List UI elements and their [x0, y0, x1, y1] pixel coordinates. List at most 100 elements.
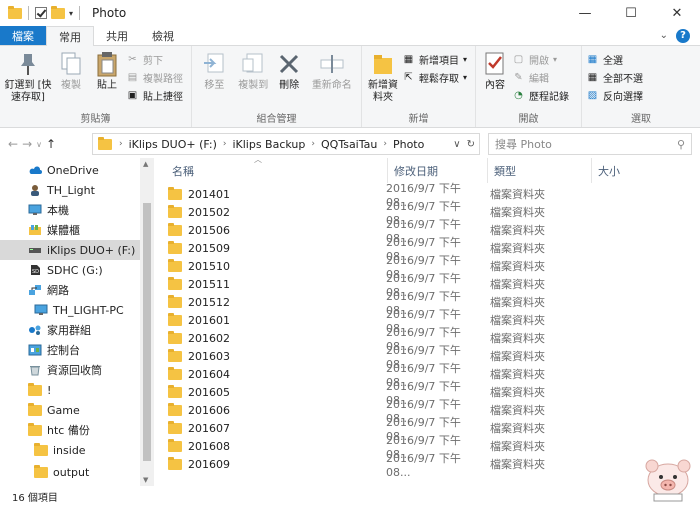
cut-button[interactable]: ✂ 剪下 — [126, 52, 183, 67]
chevron-down-icon[interactable]: ∨ — [36, 140, 42, 149]
breadcrumb-user[interactable]: QQTsaiTau — [318, 138, 380, 151]
search-input[interactable]: 搜尋 Photo — [495, 136, 552, 152]
search-box[interactable]: 搜尋 Photo ⚲ — [488, 133, 692, 155]
nav-item-sd-card[interactable]: SD SDHC (G:) — [0, 260, 140, 280]
clipboard-group-label: 剪貼簿 — [80, 114, 111, 125]
table-row[interactable]: 201512 2016/9/7 下午 08... 檔案資料夾 — [168, 290, 568, 317]
recycle-bin-icon — [28, 364, 42, 376]
open-group-label: 開啟 — [518, 114, 539, 125]
table-row[interactable]: 201601 2016/9/7 下午 08... 檔案資料夾 — [168, 308, 568, 335]
file-name: 201607 — [188, 421, 230, 435]
open-group: 內容 ▢ 開啟 ▾ ✎ 編輯 ◔ 歷程記錄 開啟 — [476, 46, 582, 127]
copy-path-button[interactable]: ▤ 複製路徑 — [126, 70, 183, 85]
help-icon[interactable]: ? — [676, 28, 690, 43]
chevron-down-icon[interactable]: ▾ — [69, 9, 73, 18]
chevron-down-icon: ▾ — [463, 73, 468, 82]
minimize-button[interactable]: — — [562, 0, 608, 26]
history-icon: ◔ — [514, 90, 523, 101]
table-row[interactable]: 201506 2016/9/7 下午 08... 檔案資料夾 — [168, 218, 568, 245]
file-type: 檔案資料夾 — [490, 458, 545, 471]
up-arrow-icon[interactable]: ↑ — [46, 137, 56, 151]
item-count: 16 個項目 — [12, 492, 58, 504]
nav-item-folder[interactable]: Game — [0, 400, 140, 420]
properties-check-icon[interactable] — [35, 7, 47, 19]
table-row[interactable]: 201608 2016/9/7 下午 08... 檔案資料夾 — [168, 434, 568, 461]
column-type[interactable]: 類型 — [488, 158, 592, 183]
table-row[interactable]: 201502 2016/9/7 下午 08... 檔案資料夾 — [168, 200, 568, 227]
nav-item-folder[interactable]: htc 備份 — [0, 420, 140, 440]
paste-shortcut-button[interactable]: ▣ 貼上捷徑 — [126, 88, 183, 103]
breadcrumb-photo[interactable]: Photo — [390, 138, 427, 151]
nav-item-label: Game — [47, 403, 80, 417]
open-button[interactable]: ▢ 開啟 ▾ — [512, 52, 569, 67]
column-size[interactable]: 大小 — [592, 158, 682, 183]
table-row[interactable]: 201604 2016/9/7 下午 08... 檔案資料夾 — [168, 362, 568, 389]
close-button[interactable]: ✕ — [654, 0, 700, 26]
nav-item-recycle-bin[interactable]: 資源回收筒 — [0, 360, 140, 380]
easy-access-button[interactable]: ⇱ 輕鬆存取 ▾ — [402, 70, 467, 85]
select-none-button[interactable]: ▦ 全部不選 — [586, 70, 643, 85]
nav-item-onedrive[interactable]: OneDrive — [0, 160, 140, 180]
refresh-icon[interactable]: ↻ — [467, 139, 475, 150]
new-item-button[interactable]: ▦ 新增項目 ▾ — [402, 52, 467, 67]
table-row[interactable]: 201509 2016/9/7 下午 08... 檔案資料夾 — [168, 236, 568, 263]
chevron-right-icon[interactable]: › — [380, 139, 390, 149]
table-row[interactable]: 201401 2016/9/7 下午 08... 檔案資料夾 — [168, 182, 568, 209]
table-row[interactable]: 201607 2016/9/7 下午 08... 檔案資料夾 — [168, 416, 568, 443]
nav-item-user[interactable]: TH_Light — [0, 180, 140, 200]
nav-scrollbar[interactable]: ▲ ▼ — [140, 158, 154, 486]
table-row[interactable]: 201602 2016/9/7 下午 08... 檔案資料夾 — [168, 326, 568, 353]
scroll-up-icon[interactable]: ▲ — [143, 160, 148, 168]
edit-button[interactable]: ✎ 編輯 — [512, 70, 569, 85]
breadcrumb-backup[interactable]: iKlips Backup — [229, 138, 308, 151]
table-row[interactable]: 201511 2016/9/7 下午 08... 檔案資料夾 — [168, 272, 568, 299]
chevron-right-icon[interactable]: › — [220, 139, 230, 149]
folder-icon — [168, 204, 182, 218]
cloud-icon — [28, 164, 42, 176]
invert-selection-button[interactable]: ▨ 反向選擇 — [586, 88, 643, 103]
nav-item-this-pc[interactable]: 本機 — [0, 200, 140, 220]
maximize-button[interactable]: ☐ — [608, 0, 654, 26]
clipboard-group: 釘選到 [快速存取] 複製 貼上 ✂ 剪下 ▤ 複製路徑 ▣ 貼上捷徑 剪貼簿 — [0, 46, 192, 127]
select-none-icon: ▦ — [587, 72, 598, 83]
file-type: 檔案資料夾 — [490, 440, 545, 453]
chevron-right-icon[interactable]: › — [308, 139, 318, 149]
new-folder-icon[interactable] — [51, 5, 65, 19]
table-row[interactable]: 201606 2016/9/7 下午 08... 檔案資料夾 — [168, 398, 568, 425]
table-row[interactable]: 201609 2016/9/7 下午 08... 檔案資料夾 — [168, 452, 568, 479]
back-arrow-icon[interactable]: ← — [8, 137, 18, 151]
nav-item-control-panel[interactable]: 控制台 — [0, 340, 140, 360]
breadcrumb-drive[interactable]: iKlips DUO+ (F:) — [126, 138, 220, 151]
folder-icon — [34, 442, 48, 456]
tab-file[interactable]: 檔案 — [0, 26, 46, 45]
nav-item-network[interactable]: 網路 — [0, 280, 140, 300]
nav-item-pc[interactable]: TH_LIGHT-PC — [0, 300, 140, 320]
address-bar[interactable]: › iKlips DUO+ (F:) › iKlips Backup › QQT… — [92, 133, 480, 155]
file-name: 201603 — [188, 349, 230, 363]
nav-item-usb-drive[interactable]: iKlips DUO+ (F:) — [0, 240, 140, 260]
column-name[interactable]: ︿ 名稱 — [166, 155, 388, 183]
nav-item-libraries[interactable]: 媒體櫃 — [0, 220, 140, 240]
nav-item-homegroup[interactable]: 家用群組 — [0, 320, 140, 340]
folder-icon — [168, 240, 182, 254]
nav-item-folder[interactable]: inside — [0, 440, 140, 460]
history-button[interactable]: ◔ 歷程記錄 — [512, 88, 569, 103]
select-all-button[interactable]: ▦ 全選 — [586, 52, 643, 67]
table-row[interactable]: 201603 2016/9/7 下午 08... 檔案資料夾 — [168, 344, 568, 371]
nav-item-folder[interactable]: ! — [0, 380, 140, 400]
chevron-down-icon[interactable]: ⌄ — [660, 30, 668, 41]
tab-view[interactable]: 檢視 — [140, 26, 186, 45]
chevron-down-icon: ▾ — [463, 55, 468, 64]
table-row[interactable]: 201510 2016/9/7 下午 08... 檔案資料夾 — [168, 254, 568, 281]
chevron-right-icon[interactable]: › — [116, 139, 126, 149]
scrollbar-thumb[interactable] — [143, 203, 151, 461]
file-type: 檔案資料夾 — [490, 278, 545, 291]
folder-icon — [168, 186, 182, 200]
tab-share[interactable]: 共用 — [94, 26, 140, 45]
forward-arrow-icon[interactable]: → — [22, 137, 32, 151]
tab-home[interactable]: 常用 — [46, 26, 94, 46]
scroll-down-icon[interactable]: ▼ — [143, 476, 148, 484]
nav-item-folder[interactable]: output — [0, 462, 140, 482]
chevron-down-icon[interactable]: ∨ — [453, 139, 460, 150]
table-row[interactable]: 201605 2016/9/7 下午 08... 檔案資料夾 — [168, 380, 568, 407]
